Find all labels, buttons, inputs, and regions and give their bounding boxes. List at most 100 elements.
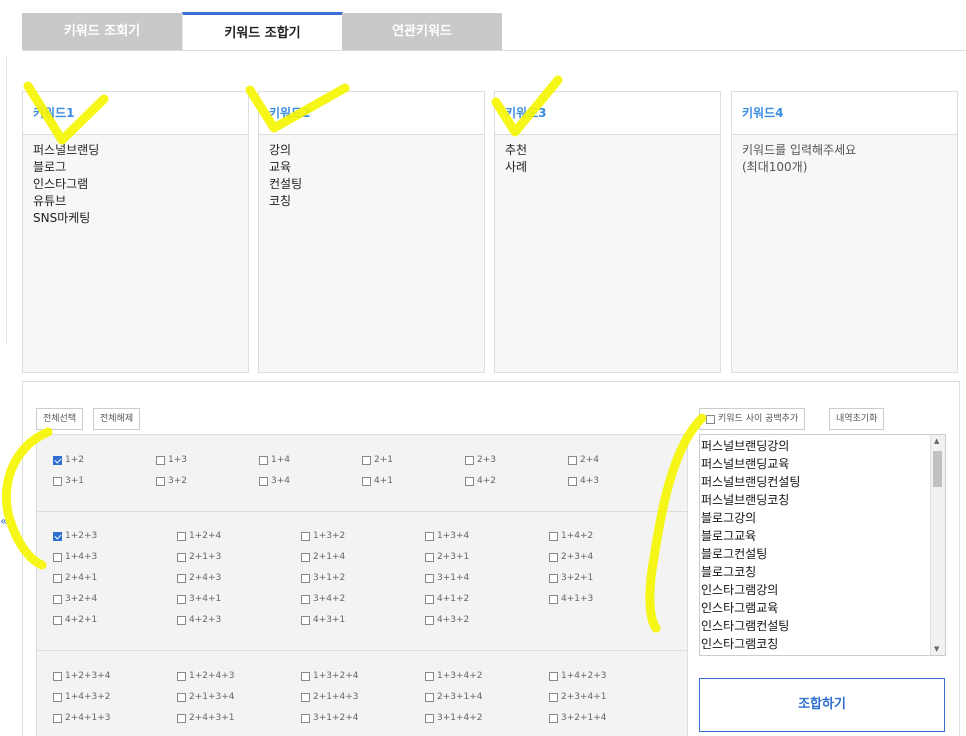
combo-checkbox[interactable]: 2+3+1+4 <box>425 692 483 702</box>
combo-checkbox[interactable]: 4+1 <box>362 476 393 486</box>
combo-checkbox[interactable]: 1+2 <box>53 455 84 465</box>
tab-keyword-combiner[interactable]: 키워드 조합기 <box>182 12 343 50</box>
combo-checkbox[interactable]: 4+1+3 <box>549 594 593 604</box>
keyword-input-1[interactable]: 퍼스널브랜딩 블로그 인스타그램 유튜브 SNS마케팅 <box>23 135 248 234</box>
combo-checkbox[interactable]: 1+3+2 <box>301 531 345 541</box>
checkbox-box <box>53 531 62 541</box>
combo-checkbox[interactable]: 1+2+3 <box>53 531 97 541</box>
combo-checkbox[interactable]: 1+3+4 <box>425 531 469 541</box>
keyword-input-3[interactable]: 추천 사례 <box>495 135 720 183</box>
combo-label: 2+3+1+4 <box>437 692 483 702</box>
result-line: 인스타그램컨설팅 <box>701 619 790 633</box>
checkbox-box <box>425 692 434 702</box>
combo-label: 1+4+2 <box>561 531 594 541</box>
combo-checkbox[interactable]: 3+2+1 <box>549 573 593 583</box>
left-sidebar-edge <box>0 55 7 345</box>
space-option-checkbox[interactable]: 키워드 사이 공백추가 <box>699 408 806 430</box>
checkbox-box <box>301 615 310 625</box>
combo-checkbox[interactable]: 3+1+2+4 <box>301 713 359 723</box>
combo-checkbox[interactable]: 3+2+4 <box>53 594 97 604</box>
combo-checkbox[interactable]: 3+2+1+4 <box>549 713 607 723</box>
combo-checkbox[interactable]: 2+1+3+4 <box>177 692 235 702</box>
keyword-line: 퍼스널브랜딩 <box>33 143 100 157</box>
select-all-button[interactable]: 전체선택 <box>36 408 84 430</box>
tab-related-keywords[interactable]: 연관키워드 <box>342 13 502 50</box>
combo-label: 2+3+4 <box>561 552 594 562</box>
combo-checkbox[interactable]: 2+1+4+3 <box>301 692 359 702</box>
reset-history-button[interactable]: 내역초기화 <box>829 408 885 430</box>
combo-checkbox[interactable]: 3+4+1 <box>177 594 221 604</box>
results-list[interactable]: 퍼스널브랜딩강의 퍼스널브랜딩교육 퍼스널브랜딩컨설팅 퍼스널브랜딩코칭 블로그강의 블로… <box>699 434 946 656</box>
combo-label: 1+3 <box>168 455 187 465</box>
scrollbar-thumb[interactable] <box>933 451 942 487</box>
combo-checkbox[interactable]: 2+4+1+3 <box>53 713 111 723</box>
combo-checkbox[interactable]: 1+4+3 <box>53 552 97 562</box>
combo-label: 1+3+2 <box>313 531 346 541</box>
combo-checkbox[interactable]: 1+2+4 <box>177 531 221 541</box>
combo-label: 2+1+3 <box>189 552 222 562</box>
tab-keyword-lookup[interactable]: 키워드 조회기 <box>22 13 182 50</box>
combo-checkbox[interactable]: 4+2 <box>465 476 496 486</box>
checkbox-box <box>301 594 310 604</box>
combo-checkbox[interactable]: 1+3+4+2 <box>425 671 483 681</box>
combo-checkbox[interactable]: 2+3 <box>465 455 496 465</box>
combo-label: 3+4+1 <box>189 594 222 604</box>
combo-checkbox[interactable]: 3+4+2 <box>301 594 345 604</box>
combo-checkbox[interactable]: 4+3 <box>568 476 599 486</box>
combo-checkbox[interactable]: 3+1 <box>53 476 84 486</box>
combo-label: 2+4+3 <box>189 573 222 583</box>
combo-checkbox[interactable]: 4+3+1 <box>301 615 345 625</box>
tab-bar: 키워드 조회기 키워드 조합기 연관키워드 <box>22 12 966 51</box>
keyword-input-2[interactable]: 강의 교육 컨설팅 코칭 <box>259 135 484 217</box>
combo-checkbox[interactable]: 4+2+1 <box>53 615 97 625</box>
combo-checkbox[interactable]: 2+4+3 <box>177 573 221 583</box>
combo-checkbox[interactable]: 1+4+2 <box>549 531 593 541</box>
collapse-chevron-icon[interactable]: « <box>0 514 7 528</box>
keyword-input-4[interactable]: 키워드를 입력해주세요 (최대100개) <box>732 135 957 183</box>
combo-label: 4+2+1 <box>65 615 98 625</box>
result-line: 퍼스널브랜딩코칭 <box>701 493 790 507</box>
combo-label: 4+1+2 <box>437 594 470 604</box>
combo-checkbox[interactable]: 1+3+2+4 <box>301 671 359 681</box>
combo-checkbox[interactable]: 1+4+2+3 <box>549 671 607 681</box>
combo-checkbox[interactable]: 1+2+3+4 <box>53 671 111 681</box>
deselect-all-button[interactable]: 전체해제 <box>93 408 141 430</box>
combo-checkbox[interactable]: 3+1+4+2 <box>425 713 483 723</box>
combo-checkbox[interactable]: 3+2 <box>156 476 187 486</box>
combo-checkbox[interactable]: 3+1+4 <box>425 573 469 583</box>
combo-checkbox[interactable]: 4+2+3 <box>177 615 221 625</box>
combo-checkbox[interactable]: 2+3+4 <box>549 552 593 562</box>
checkbox-box <box>301 692 310 702</box>
checkbox-box <box>53 552 62 562</box>
four-keyword-group: 1+2+3+4 1+2+4+3 1+3+2+4 1+3+4+2 1+4+2+3 1+4+3… <box>37 651 687 736</box>
combo-checkbox[interactable]: 2+4 <box>568 455 599 465</box>
checkbox-box <box>301 671 310 681</box>
scroll-down-icon[interactable]: ▼ <box>934 645 939 653</box>
keyword-line: 컨설팅 <box>269 177 303 191</box>
checkbox-box <box>549 573 558 583</box>
combo-checkbox[interactable]: 2+4+1 <box>53 573 97 583</box>
combine-button[interactable]: 조합하기 <box>699 678 945 732</box>
combo-checkbox[interactable]: 2+3+1 <box>425 552 469 562</box>
combo-checkbox[interactable]: 2+1+4 <box>301 552 345 562</box>
combo-checkbox[interactable]: 4+1+2 <box>425 594 469 604</box>
combo-checkbox[interactable]: 3+1+2 <box>301 573 345 583</box>
combo-label: 4+3+1 <box>313 615 346 625</box>
result-line: 인스타그램코칭 <box>701 637 779 651</box>
scroll-up-icon[interactable]: ▲ <box>934 437 939 445</box>
checkbox-box <box>53 573 62 583</box>
combo-checkbox[interactable]: 3+4 <box>259 476 290 486</box>
combo-checkbox[interactable]: 1+4+3+2 <box>53 692 111 702</box>
combo-checkbox[interactable]: 2+1 <box>362 455 393 465</box>
combo-checkbox[interactable]: 2+4+3+1 <box>177 713 235 723</box>
keyword-line: 코칭 <box>269 194 292 208</box>
checkbox-box <box>177 615 186 625</box>
result-line: 블로그강의 <box>701 511 757 525</box>
combo-checkbox[interactable]: 1+4 <box>259 455 290 465</box>
combo-checkbox[interactable]: 2+1+3 <box>177 552 221 562</box>
combo-checkbox[interactable]: 4+3+2 <box>425 615 469 625</box>
results-scrollbar[interactable]: ▲ ▼ <box>930 435 945 655</box>
combo-checkbox[interactable]: 2+3+4+1 <box>549 692 607 702</box>
combo-checkbox[interactable]: 1+2+4+3 <box>177 671 235 681</box>
combo-checkbox[interactable]: 1+3 <box>156 455 187 465</box>
